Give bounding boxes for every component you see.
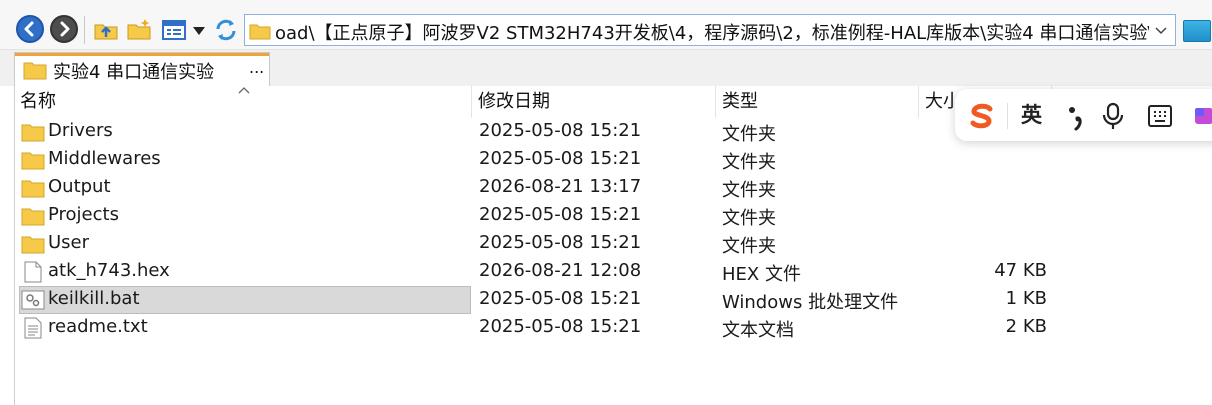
folder-icon (21, 236, 45, 254)
arrow-right-icon (60, 21, 70, 37)
file-date: 2025-05-08 15:21 (479, 288, 642, 309)
keyboard-icon[interactable] (1147, 101, 1173, 131)
file-name[interactable]: Middlewares (48, 148, 161, 169)
file-name[interactable]: Projects (48, 204, 119, 225)
file-type: 文本文档 (722, 320, 794, 341)
panel-toggle-button[interactable] (1183, 20, 1211, 42)
address-bar[interactable]: oad\【正点原子】阿波罗V2 STM32H743开发板\4，程序源码\2，标准… (244, 14, 1176, 46)
file-date: 2025-05-08 15:21 (479, 120, 642, 141)
file-size: 1 KB (1005, 288, 1047, 309)
file-date: 2026-08-21 12:08 (479, 260, 642, 281)
ime-toolbar: 英 (955, 89, 1212, 141)
tab-bar: 实验4 串口通信实验 ... (0, 50, 1212, 86)
sort-ascending-icon (238, 87, 250, 94)
file-date: 2025-05-08 15:21 (479, 232, 642, 253)
column-divider[interactable] (715, 86, 716, 118)
file-row[interactable]: User 2025-05-08 15:21 文件夹 (15, 230, 1212, 258)
file-name[interactable]: Drivers (48, 120, 113, 141)
toolbar: oad\【正点原子】阿波罗V2 STM32H743开发板\4，程序源码\2，标准… (0, 0, 1212, 50)
file-name[interactable]: atk_h743.hex (48, 260, 170, 281)
file-type: 文件夹 (722, 180, 776, 201)
file-type: Windows 批处理文件 (722, 292, 899, 313)
skin-icon[interactable] (1193, 101, 1212, 131)
file-name[interactable]: keilkill.bat (48, 288, 140, 309)
file-date: 2025-05-08 15:21 (479, 204, 642, 225)
file-type: 文件夹 (722, 124, 776, 145)
back-button[interactable] (16, 15, 44, 43)
file-size: 47 KB (994, 260, 1047, 281)
file-row[interactable]: atk_h743.hex 2026-08-21 12:08 HEX 文件 47 KB (15, 258, 1212, 286)
file-type: 文件夹 (722, 152, 776, 173)
refresh-icon[interactable] (213, 17, 239, 43)
tab-more-button[interactable]: ... (249, 58, 264, 77)
column-header-type[interactable]: 类型 (717, 86, 917, 118)
view-mode-icon[interactable] (161, 17, 187, 43)
file-row[interactable]: readme.txt 2025-05-08 15:21 文本文档 2 KB (15, 314, 1212, 342)
file-type: HEX 文件 (722, 264, 801, 285)
file-date: 2025-05-08 15:21 (479, 316, 642, 337)
tab-current-folder[interactable]: 实验4 串口通信实验 ... (14, 52, 270, 86)
folder-icon (21, 180, 45, 198)
file-row[interactable]: Middlewares 2025-05-08 15:21 文件夹 (15, 146, 1212, 174)
batch-file-icon (21, 290, 45, 310)
text-file-icon (24, 317, 42, 339)
file-name[interactable]: Output (48, 176, 111, 197)
folder-icon (23, 62, 47, 80)
punctuation-icon[interactable] (1063, 101, 1089, 131)
microphone-icon[interactable] (1100, 101, 1126, 131)
forward-button[interactable] (50, 15, 78, 43)
file-name[interactable]: readme.txt (48, 316, 148, 337)
file-row[interactable]: Projects 2025-05-08 15:21 文件夹 (15, 202, 1212, 230)
file-row[interactable]: keilkill.bat 2025-05-08 15:21 Windows 批处理文… (15, 286, 1212, 314)
view-dropdown-icon[interactable] (191, 17, 207, 43)
file-date: 2026-08-21 13:17 (479, 176, 642, 197)
file-type: 文件夹 (722, 236, 776, 257)
new-folder-icon[interactable] (126, 17, 152, 43)
file-name[interactable]: User (48, 232, 89, 253)
toolbar-separator (84, 16, 85, 44)
folder-icon (21, 208, 45, 226)
chevron-down-icon[interactable] (1153, 21, 1169, 41)
column-name-label: 名称 (20, 91, 56, 112)
column-header-name[interactable]: 名称 (15, 86, 471, 118)
file-size: 2 KB (1005, 316, 1047, 337)
ime-language-toggle[interactable]: 英 (1021, 99, 1042, 129)
up-folder-icon[interactable] (93, 17, 119, 43)
ime-divider (1007, 103, 1008, 129)
column-type-label: 类型 (722, 91, 758, 112)
file-date: 2025-05-08 15:21 (479, 148, 642, 169)
column-divider[interactable] (918, 86, 919, 118)
column-date-label: 修改日期 (478, 91, 550, 112)
folder-icon (249, 24, 271, 40)
file-type: 文件夹 (722, 208, 776, 229)
tab-label: 实验4 串口通信实验 (53, 62, 215, 83)
column-header-date[interactable]: 修改日期 (473, 86, 715, 118)
sogou-logo-icon[interactable] (967, 101, 997, 131)
column-divider[interactable] (471, 86, 472, 118)
address-path[interactable]: oad\【正点原子】阿波罗V2 STM32H743开发板\4，程序源码\2，标准… (275, 19, 1149, 45)
folder-icon (21, 152, 45, 170)
document-icon (24, 261, 42, 283)
file-row[interactable]: Output 2026-08-21 13:17 文件夹 (15, 174, 1212, 202)
arrow-left-icon (24, 21, 34, 37)
folder-icon (21, 124, 45, 142)
